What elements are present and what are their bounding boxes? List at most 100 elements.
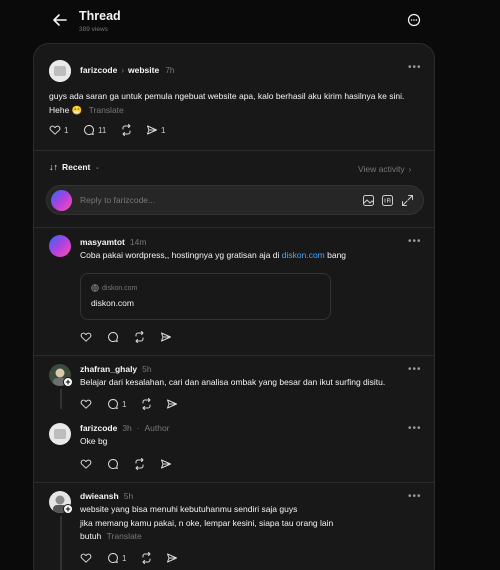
avatar[interactable] xyxy=(49,423,71,445)
translate-link[interactable]: Translate xyxy=(89,105,124,115)
preview-domain: diskon.com xyxy=(102,284,138,292)
comment-header: dwieansh 5h xyxy=(80,491,133,501)
reply-input[interactable]: Reply to farizcode... xyxy=(80,195,155,205)
thread-card: farizcode › website 7h ••• guys ada sara… xyxy=(33,43,435,570)
repost-button[interactable] xyxy=(140,398,153,410)
comment-link[interactable]: diskon.com xyxy=(282,250,325,260)
share-button[interactable]: 1 xyxy=(146,124,165,136)
repost-button[interactable] xyxy=(120,124,133,136)
view-activity-link[interactable]: View activity › xyxy=(358,164,411,174)
divider xyxy=(34,355,434,356)
divider xyxy=(34,150,434,151)
follow-plus-icon[interactable]: + xyxy=(63,377,73,387)
reply-button[interactable]: 11 xyxy=(83,124,106,136)
comment-header: farizcode 3h · Author xyxy=(80,423,170,433)
expand-icon[interactable] xyxy=(401,194,414,207)
comment-author[interactable]: zhafran_ghaly xyxy=(80,364,137,374)
comment-icon xyxy=(108,399,118,409)
sort-label: Recent xyxy=(62,162,91,172)
avatar[interactable] xyxy=(49,60,71,82)
heart-icon xyxy=(49,125,61,135)
chevron-down-icon: ⌄ xyxy=(94,164,101,171)
image-icon[interactable] xyxy=(362,194,375,207)
comment-more-icon[interactable]: ••• xyxy=(408,364,422,375)
like-button[interactable]: 1 xyxy=(49,124,68,136)
comment-time: 5h xyxy=(123,491,134,501)
reply-count: 11 xyxy=(98,125,107,135)
sort-icon: ↓↑ xyxy=(49,162,58,172)
reply-box[interactable]: Reply to farizcode... xyxy=(46,185,424,215)
repost-icon xyxy=(122,124,131,136)
divider xyxy=(34,227,434,228)
reply-button[interactable] xyxy=(107,331,119,343)
follow-plus-icon[interactable]: + xyxy=(63,504,73,514)
comment-text: Coba pakai wordpress,, hostingnya yg gra… xyxy=(80,250,347,260)
like-button[interactable] xyxy=(80,331,92,343)
avatar[interactable] xyxy=(49,235,71,257)
chevron-right-icon: › xyxy=(121,65,124,75)
comment-icon xyxy=(108,332,118,342)
repost-icon xyxy=(135,331,144,343)
sort-dropdown[interactable]: ↓↑ Recent ⌄ xyxy=(49,162,100,172)
repost-button[interactable] xyxy=(140,552,153,564)
post-time: 7h xyxy=(165,65,175,75)
comment-time: 14m xyxy=(129,237,147,247)
send-icon xyxy=(161,332,171,342)
comment-header: masyamtot 14m xyxy=(80,237,146,247)
reply-button[interactable] xyxy=(107,458,119,470)
comment-icon xyxy=(108,459,118,469)
repost-icon xyxy=(135,458,144,470)
heart-icon xyxy=(80,459,92,469)
share-button[interactable] xyxy=(166,398,178,410)
share-button[interactable] xyxy=(166,552,178,564)
send-icon xyxy=(167,399,177,409)
translate-link[interactable]: Translate xyxy=(107,531,142,541)
post-text: guys ada saran ga untuk pemula ngebuat w… xyxy=(49,91,405,115)
heart-icon xyxy=(80,553,92,563)
repost-button[interactable] xyxy=(133,331,146,343)
comment-author[interactable]: masyamtot xyxy=(80,237,125,247)
reply-button[interactable]: 1 xyxy=(107,398,126,410)
back-arrow-icon[interactable] xyxy=(50,10,70,30)
post-header: farizcode › website 7h xyxy=(80,65,175,75)
like-button[interactable] xyxy=(80,552,92,564)
like-button[interactable] xyxy=(80,458,92,470)
comment-text: Oke bg xyxy=(80,436,108,446)
post-author[interactable]: farizcode xyxy=(80,65,117,75)
comment-time: 3h xyxy=(122,423,132,433)
comment-more-icon[interactable]: ••• xyxy=(408,491,422,502)
link-preview-card[interactable]: diskon.com diskon.com xyxy=(80,273,331,320)
share-button[interactable] xyxy=(160,458,172,470)
comment-text: website yang bisa menuhi kebutuhanmu sen… xyxy=(80,504,334,541)
comment-more-icon[interactable]: ••• xyxy=(408,423,422,434)
thread-line xyxy=(60,389,62,409)
heart-icon xyxy=(80,332,92,342)
preview-title: diskon.com xyxy=(91,298,134,308)
more-options-icon[interactable] xyxy=(405,11,423,29)
reply-button[interactable]: 1 xyxy=(107,552,126,564)
reply-count: 1 xyxy=(122,399,127,409)
comment-header: zhafran_ghaly 5h xyxy=(80,364,152,374)
avatar xyxy=(51,190,72,211)
like-count: 1 xyxy=(64,125,69,135)
share-button[interactable] xyxy=(160,331,172,343)
repost-icon xyxy=(142,398,151,410)
comment-author[interactable]: farizcode xyxy=(80,423,117,433)
send-icon xyxy=(161,459,171,469)
comment-author[interactable]: dwieansh xyxy=(80,491,119,501)
like-button[interactable] xyxy=(80,398,92,410)
gif-icon[interactable] xyxy=(381,194,394,207)
comment-more-icon[interactable]: ••• xyxy=(408,236,422,247)
comment-icon xyxy=(84,125,94,135)
divider xyxy=(34,482,434,483)
comment-icon xyxy=(108,553,118,563)
comment-time: 5h xyxy=(142,364,152,374)
globe-icon xyxy=(91,284,99,292)
share-count: 1 xyxy=(161,125,166,135)
post-more-icon[interactable]: ••• xyxy=(408,62,422,73)
author-badge: Author xyxy=(144,423,170,433)
post-community[interactable]: website xyxy=(128,65,159,75)
comment-text: Belajar dari kesalahan, cari dan analisa… xyxy=(80,377,386,387)
repost-button[interactable] xyxy=(133,458,146,470)
page-title: Thread xyxy=(79,9,121,23)
